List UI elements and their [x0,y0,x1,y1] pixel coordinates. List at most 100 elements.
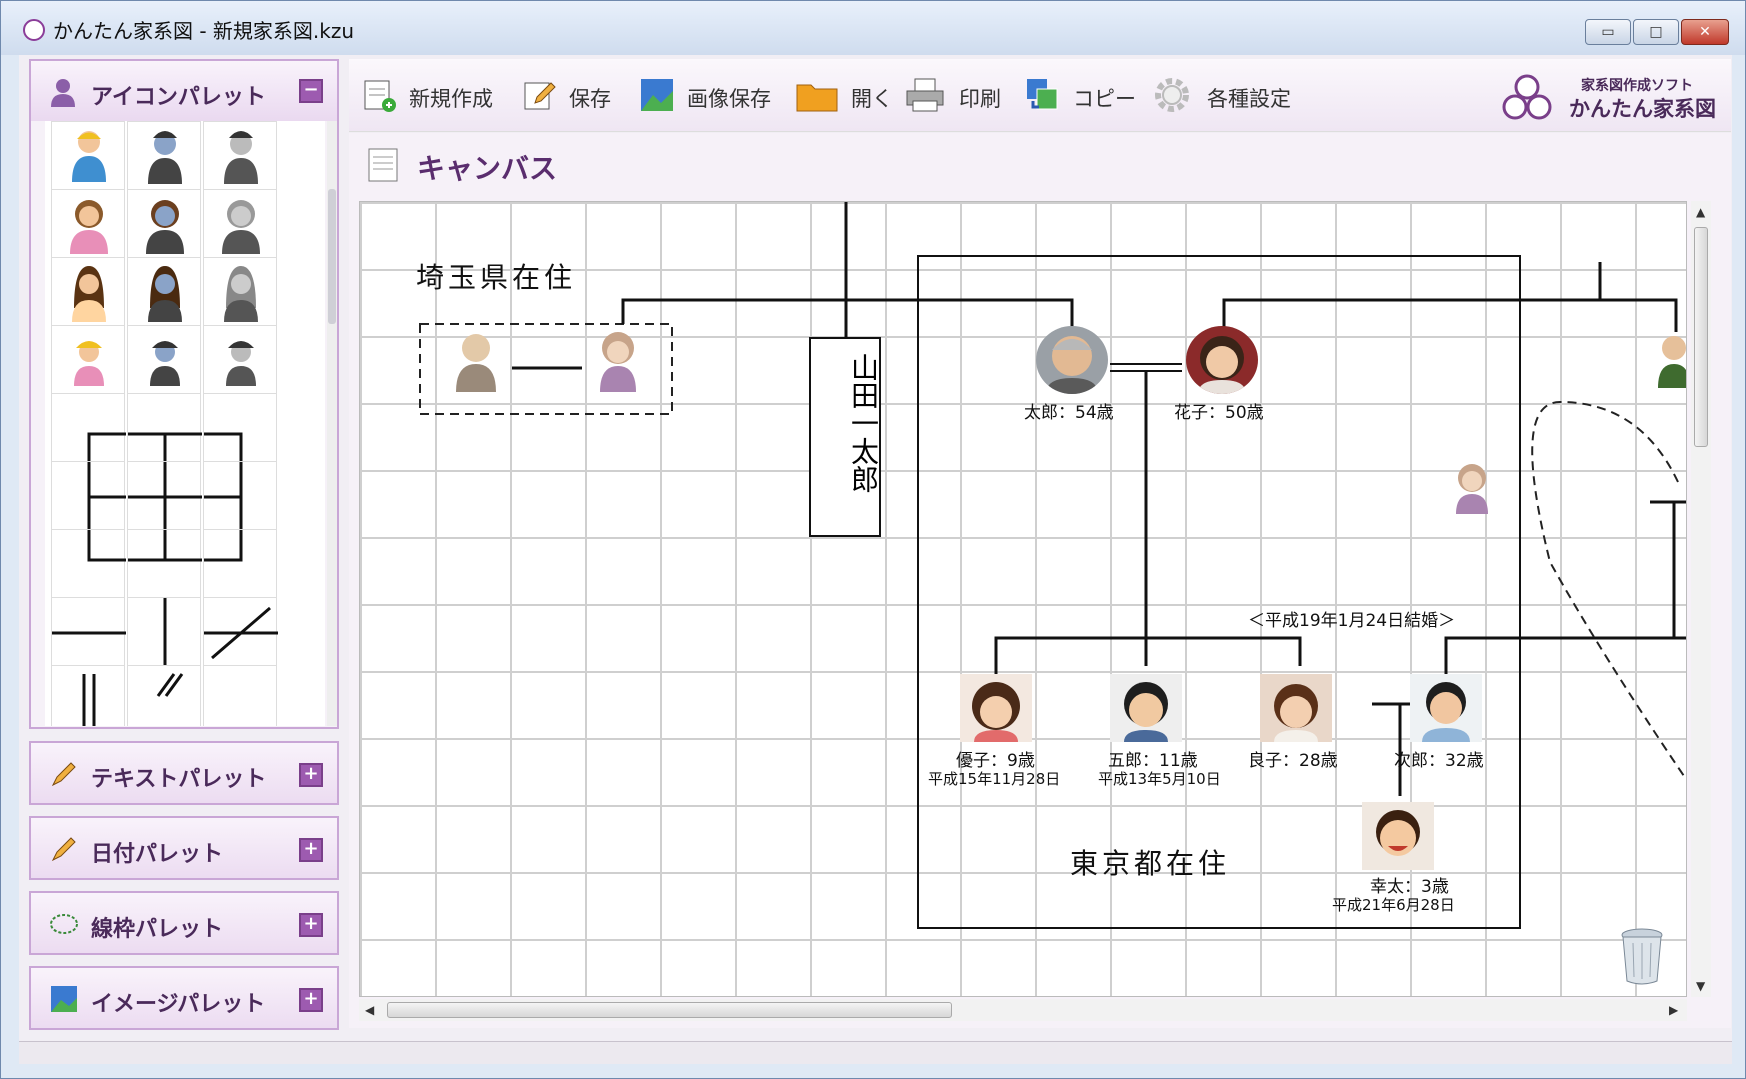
print-label: 印刷 [959,87,1001,111]
jiro-link [1444,636,1686,686]
label-taro[interactable]: 太郎：54歳 [1024,398,1114,423]
person-photo-icon [1036,326,1108,394]
icon-child-hat[interactable] [127,325,201,395]
line-blank[interactable] [203,665,277,726]
frame-palette-expand-button[interactable]: + [299,913,323,937]
print-button[interactable]: 印刷 [905,77,1005,113]
scroll-right-icon[interactable]: ▶ [1669,1003,1678,1017]
line-tee-left[interactable] [51,461,126,532]
icon-palette-scrollbar[interactable] [327,121,337,726]
date-palette-expand-button[interactable]: + [299,838,323,862]
photo-goro[interactable] [1110,674,1182,742]
image-icon [641,79,673,111]
line-corner-bottom-right[interactable] [203,529,277,599]
dotted-ellipse-icon [50,914,78,934]
close-button[interactable]: ✕ [1681,19,1729,45]
save-image-button[interactable]: 画像保存 [639,77,771,113]
icon-woman-pink[interactable] [51,189,125,259]
icon-grid [45,121,325,726]
icon-palette-collapse-button[interactable]: − [299,79,323,103]
woman-icon [222,200,260,254]
date-palette-header[interactable]: 日付パレット + [29,816,339,880]
open-button[interactable]: 開く [795,77,893,113]
horizontal-scroll-thumb[interactable] [387,1002,952,1018]
app-smiley-icon [23,19,45,41]
right-man-icon [1658,336,1686,388]
icon-palette-header[interactable]: アイコンパレット − [31,61,337,121]
line-cross[interactable] [127,461,202,532]
icon-man-grey[interactable] [203,121,277,191]
icon-woman-long-grey[interactable] [203,257,277,327]
photo-kota[interactable] [1362,802,1434,870]
saitama-man-icon [456,334,496,392]
icon-woman-grey[interactable] [203,189,277,259]
trash-icon[interactable] [1619,927,1665,985]
icon-woman-long[interactable] [51,257,125,327]
scroll-up-icon[interactable]: ▲ [1696,205,1705,219]
person-photo-icon [1110,674,1182,742]
label-jiro[interactable]: 次郎：32歳 [1394,746,1484,771]
line-shape-icon [82,674,96,726]
line-shape-icon [156,673,184,697]
photo-taro[interactable] [1036,326,1108,394]
line-shape-icon [204,606,278,660]
minimize-icon: ▭ [1601,24,1615,40]
family-tree-canvas[interactable]: 埼玉県在住 東京都在住 ＜平成19年1月24日結婚＞ 太郎：54歳 花子：50歳… [359,201,1687,997]
line-corner-bottom-left[interactable] [51,529,126,599]
region-label-tokyo[interactable]: 東京都在住 [1070,842,1230,882]
label-ryoko[interactable]: 良子：28歳 [1248,746,1338,771]
date-kota[interactable]: 平成21年6月28日 [1332,894,1455,915]
image-palette-expand-button[interactable]: + [299,988,323,1012]
man-icon [148,131,182,184]
line-double-vertical[interactable] [51,665,125,726]
line-tee-top[interactable] [127,393,202,464]
icon-palette-scroll-thumb[interactable] [328,189,336,324]
canvas-horizontal-scrollbar[interactable]: ◀ ▶ [359,999,1687,1021]
line-corner-top-left[interactable] [51,393,126,464]
scroll-down-icon[interactable]: ▼ [1696,979,1705,993]
photo-hanako[interactable] [1186,326,1258,394]
icon-child-grey[interactable] [203,325,277,395]
region-label-saitama[interactable]: 埼玉県在住 [416,256,576,296]
vertical-name-card[interactable]: 山田一太郎 [809,337,881,537]
icon-boy-yellow[interactable] [51,121,125,191]
woman-icon [70,200,108,254]
frame-palette-header[interactable]: 線枠パレット + [29,891,339,955]
icon-woman-mask[interactable] [127,189,201,259]
minimize-button[interactable]: ▭ [1585,19,1631,45]
vertical-scroll-thumb[interactable] [1694,227,1708,447]
date-yuko[interactable]: 平成15年11月28日 [928,768,1060,789]
icon-girl-yellow[interactable] [51,325,125,395]
save-button[interactable]: 保存 [521,77,611,113]
photo-yuko[interactable] [960,674,1032,742]
line-corner-top-right[interactable] [203,393,277,464]
line-tee-bottom[interactable] [127,529,202,599]
save-label: 保存 [569,87,611,111]
text-palette-header[interactable]: テキストパレット + [29,741,339,805]
maximize-button[interactable]: □ [1633,19,1679,45]
line-vertical[interactable] [127,597,201,668]
date-goro[interactable]: 平成13年5月10日 [1098,768,1221,789]
child-icon [74,341,104,386]
icon-man-mask[interactable] [127,121,201,191]
canvas-vertical-scrollbar[interactable]: ▲ ▼ [1691,201,1711,997]
scroll-left-icon[interactable]: ◀ [365,1003,374,1017]
line-tee-right[interactable] [203,461,277,532]
new-button[interactable]: 新規作成 [361,77,493,113]
photo-ryoko[interactable] [1260,674,1332,742]
line-diagonal[interactable] [203,597,278,667]
man-icon [224,131,258,184]
photo-jiro[interactable] [1410,674,1482,742]
icon-woman-long-mask[interactable] [127,257,201,327]
gear-icon [1155,78,1189,112]
marriage-note[interactable]: ＜平成19年1月24日結婚＞ [1248,606,1455,631]
line-double-diagonal[interactable] [127,665,201,726]
label-hanako[interactable]: 花子：50歳 [1174,398,1264,423]
line-shape-icon [128,432,202,464]
text-palette-expand-button[interactable]: + [299,763,323,787]
image-palette-header[interactable]: イメージパレット + [29,966,339,1030]
line-horizontal[interactable] [51,597,126,667]
document-icon [368,148,398,182]
copy-button[interactable]: コピー [1025,77,1136,113]
settings-button[interactable]: 各種設定 [1151,77,1301,113]
